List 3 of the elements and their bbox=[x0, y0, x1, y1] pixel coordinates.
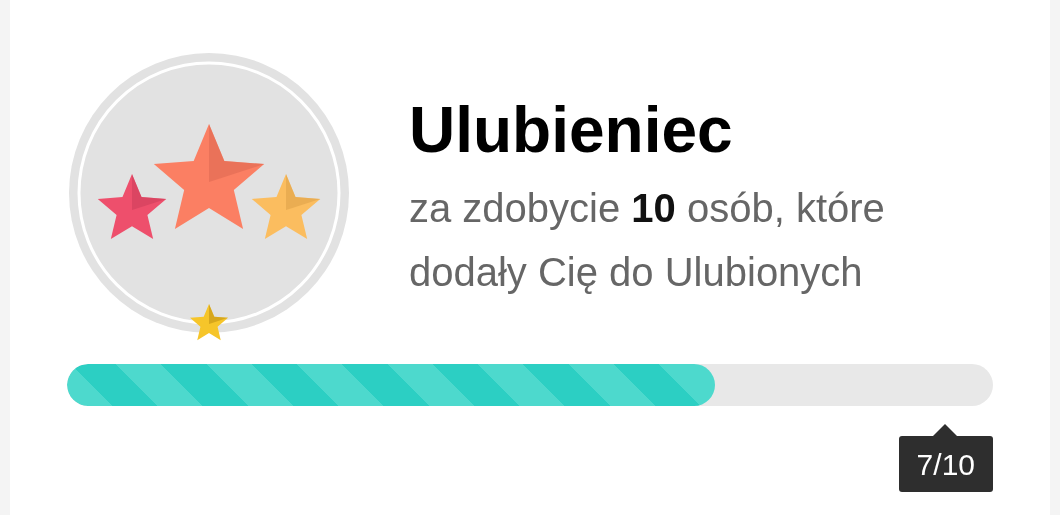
achievement-title: Ulubieniec bbox=[409, 98, 734, 162]
progress-tooltip: 7/10 bbox=[898, 436, 993, 492]
achievement-description: za zdobycie 10 osób, które dodały Cię do Ulubionych bbox=[409, 185, 886, 296]
